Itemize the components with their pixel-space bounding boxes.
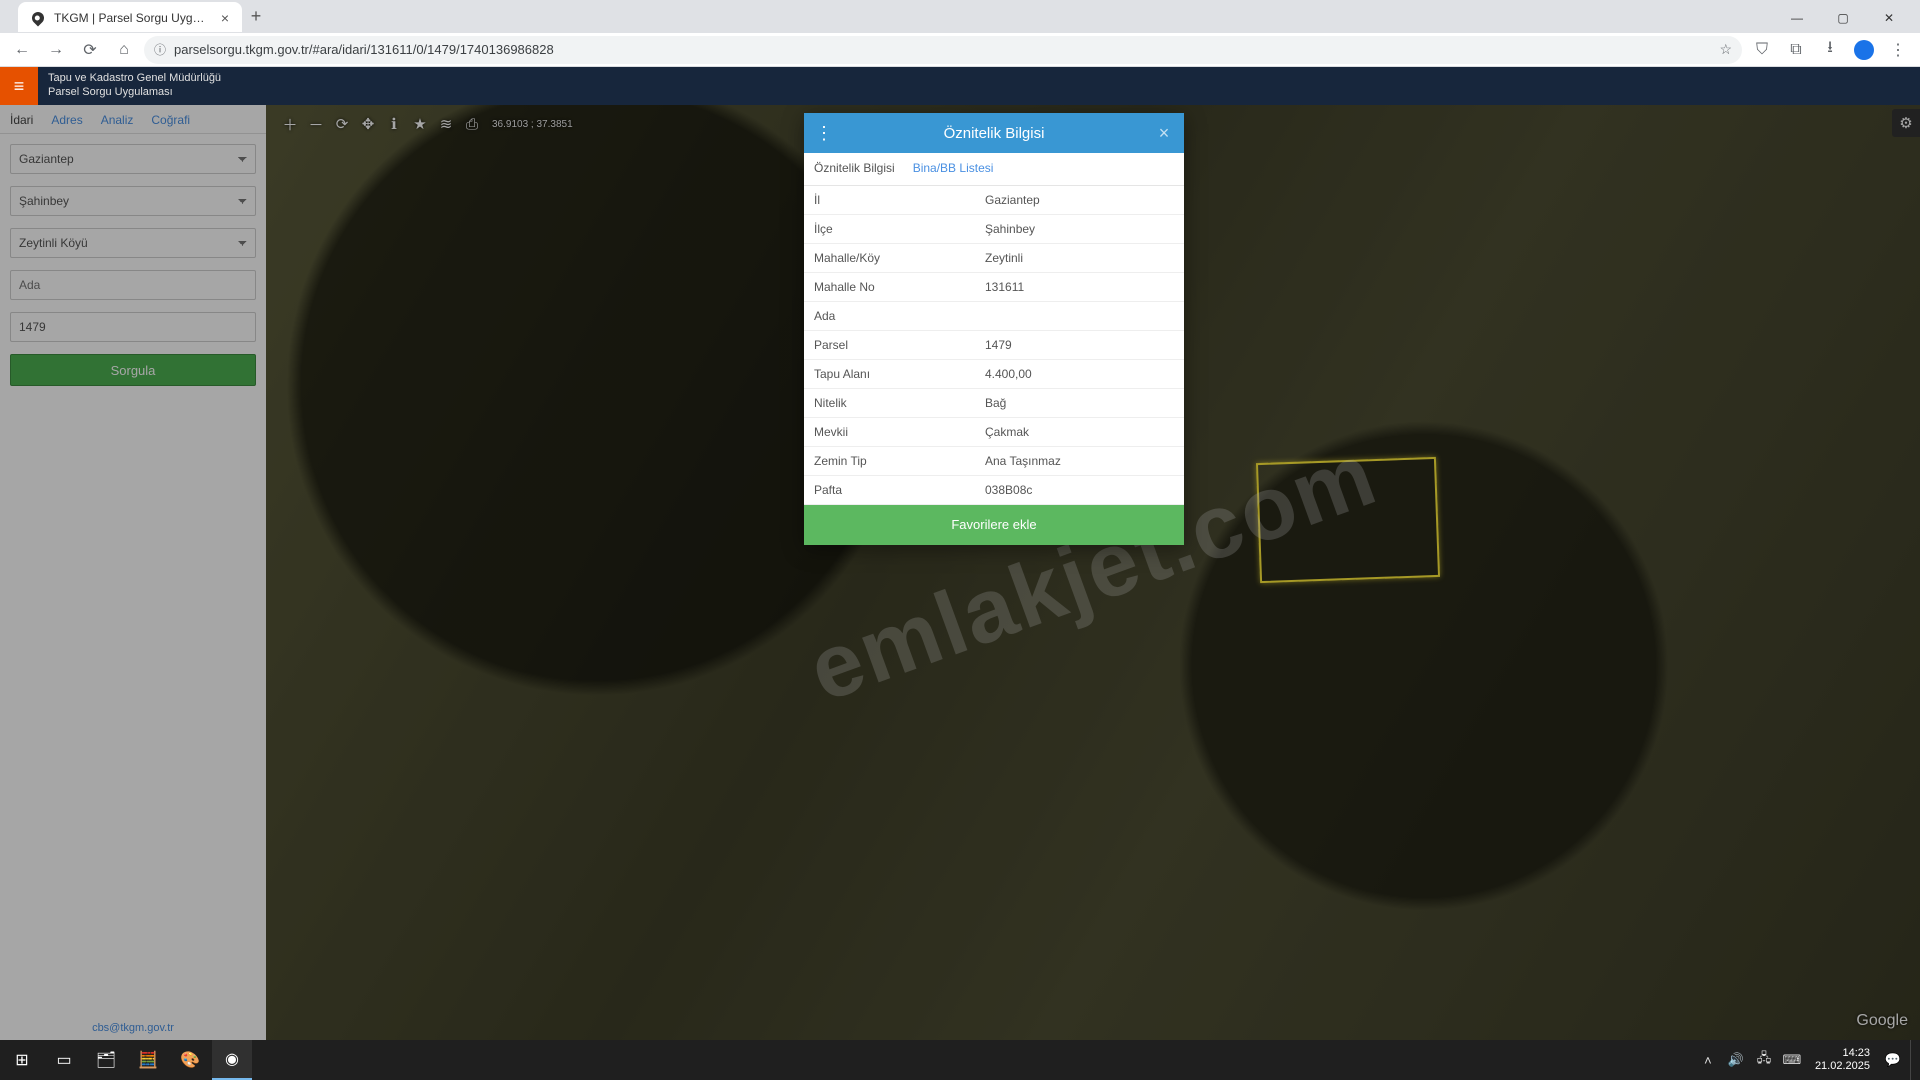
tray-chevron-icon[interactable]: ˄ xyxy=(1697,1040,1719,1080)
new-tab-button[interactable]: + xyxy=(242,3,270,31)
profile-avatar-icon xyxy=(1854,40,1874,60)
profile-button[interactable] xyxy=(1850,36,1878,64)
attribute-table: İlGaziantep İlçeŞahinbey Mahalle/KöyZeyt… xyxy=(804,186,1184,505)
table-row: İlçeŞahinbey xyxy=(804,215,1184,244)
show-desktop-button[interactable] xyxy=(1910,1040,1916,1080)
table-row: NitelikBağ xyxy=(804,389,1184,418)
sidebar: İdari Adres Analiz Coğrafi Gaziantep Şah… xyxy=(0,105,266,1040)
calculator-icon[interactable]: 🧮 xyxy=(128,1040,168,1080)
app-header: ≡ Tapu ve Kadastro Genel Müdürlüğü Parse… xyxy=(0,67,1920,105)
modal-tab-bina[interactable]: Bina/BB Listesi xyxy=(913,161,994,185)
back-button[interactable]: ← xyxy=(8,36,36,64)
table-row: Ada xyxy=(804,302,1184,331)
address-bar[interactable]: ⓘ parselsorgu.tkgm.gov.tr/#ara/idari/131… xyxy=(144,36,1742,64)
modal-title: Öznitelik Bilgisi xyxy=(836,125,1152,142)
table-row: Zemin TipAna Taşınmaz xyxy=(804,447,1184,476)
modal-close-icon[interactable]: × xyxy=(1152,121,1176,145)
table-row: Mahalle No131611 xyxy=(804,273,1184,302)
map-area[interactable]: emlakjet.com Google ＋ － ⟳ ✥ ℹ ★ ≋ ⎙ 36.9… xyxy=(266,105,1920,1040)
downloads-icon[interactable]: ⭳ xyxy=(1816,36,1844,64)
chrome-menu-button[interactable]: ⋮ xyxy=(1884,36,1912,64)
modal-tab-attributes[interactable]: Öznitelik Bilgisi xyxy=(814,161,895,185)
table-row: MevkiiÇakmak xyxy=(804,418,1184,447)
chrome-icon[interactable]: ◉ xyxy=(212,1040,252,1080)
network-icon[interactable]: 🖧 xyxy=(1753,1040,1775,1080)
attribute-info-modal: ⋮ Öznitelik Bilgisi × Öznitelik Bilgisi … xyxy=(804,113,1184,545)
start-button[interactable]: ⊞ xyxy=(2,1040,42,1080)
site-info-icon[interactable]: ⓘ xyxy=(154,41,166,58)
forward-button[interactable]: → xyxy=(42,36,70,64)
paint-icon[interactable]: 🎨 xyxy=(170,1040,210,1080)
extensions-icon[interactable]: ⧉ xyxy=(1782,36,1810,64)
tab-title: TKGM | Parsel Sorgu Uygulaması xyxy=(54,11,210,25)
table-row: Pafta038B08c xyxy=(804,476,1184,505)
table-row: İlGaziantep xyxy=(804,186,1184,215)
notifications-icon[interactable]: 💬 xyxy=(1882,1040,1904,1080)
url-text: parselsorgu.tkgm.gov.tr/#ara/idari/13161… xyxy=(174,42,554,57)
app-name: Parsel Sorgu Uygulaması xyxy=(48,86,221,100)
sidebar-dim-overlay xyxy=(0,105,266,1040)
table-row: Parsel1479 xyxy=(804,331,1184,360)
language-icon[interactable]: ⌨ xyxy=(1781,1040,1803,1080)
task-view-icon[interactable]: ▭ xyxy=(44,1040,84,1080)
browser-tabstrip: TKGM | Parsel Sorgu Uygulaması × + ― ▢ ✕ xyxy=(0,0,1920,33)
window-close-button[interactable]: ✕ xyxy=(1866,3,1912,33)
tab-close-icon[interactable]: × xyxy=(218,11,232,25)
shield-icon[interactable]: ⛉ xyxy=(1748,36,1776,64)
table-row: Tapu Alanı4.400,00 xyxy=(804,360,1184,389)
org-name: Tapu ve Kadastro Genel Müdürlüğü xyxy=(48,72,221,86)
browser-toolbar: ← → ⟳ ⌂ ⓘ parselsorgu.tkgm.gov.tr/#ara/i… xyxy=(0,33,1920,67)
window-maximize-button[interactable]: ▢ xyxy=(1820,3,1866,33)
clock-time: 14:23 xyxy=(1815,1047,1870,1060)
modal-menu-icon[interactable]: ⋮ xyxy=(812,121,836,145)
system-clock[interactable]: 14:23 21.02.2025 xyxy=(1809,1047,1876,1073)
app-root: ≡ Tapu ve Kadastro Genel Müdürlüğü Parse… xyxy=(0,67,1920,1040)
browser-tab-active[interactable]: TKGM | Parsel Sorgu Uygulaması × xyxy=(18,2,242,32)
reload-button[interactable]: ⟳ xyxy=(76,36,104,64)
home-button[interactable]: ⌂ xyxy=(110,36,138,64)
table-row: Mahalle/KöyZeytinli xyxy=(804,244,1184,273)
windows-taskbar: ⊞ ▭ 🗂 🧮 🎨 ◉ ˄ 🔊 🖧 ⌨ 14:23 21.02.2025 💬 xyxy=(0,1040,1920,1080)
file-explorer-icon[interactable]: 🗂 xyxy=(86,1040,126,1080)
map-pin-icon xyxy=(30,10,46,26)
clock-date: 21.02.2025 xyxy=(1815,1060,1870,1073)
add-favorite-button[interactable]: Favorilere ekle xyxy=(804,505,1184,545)
bookmark-star-icon[interactable]: ☆ xyxy=(1719,41,1732,58)
volume-icon[interactable]: 🔊 xyxy=(1725,1040,1747,1080)
window-minimize-button[interactable]: ― xyxy=(1774,3,1820,33)
hamburger-menu-button[interactable]: ≡ xyxy=(0,67,38,105)
